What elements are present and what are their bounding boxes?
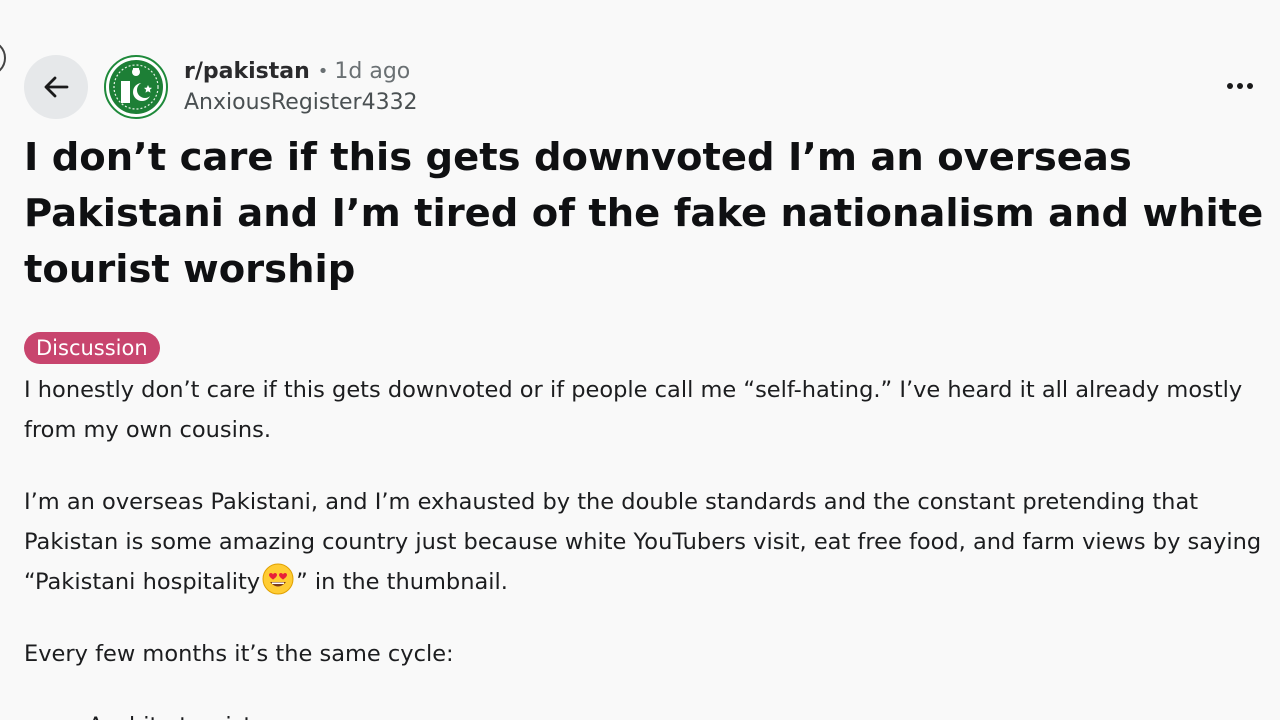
body-paragraph: I honestly don’t care if this gets downv… (24, 377, 1243, 443)
arrow-left-icon (44, 76, 69, 98)
heart-eyes-emoji-icon (262, 563, 294, 595)
body-text: ” in the thumbnail. (296, 569, 508, 595)
body-list: A white tourist comes (24, 706, 1264, 720)
subreddit-name[interactable]: r/pakistan (184, 56, 310, 88)
body-text: I’m an overseas Pakistani, and I’m exhau… (24, 489, 1262, 595)
back-button[interactable] (24, 55, 88, 119)
post-body: I honestly don’t care if this gets downv… (24, 370, 1264, 720)
body-paragraph: Every few months it’s the same cycle: (24, 641, 454, 667)
meta-separator: • (317, 61, 329, 82)
author-username[interactable]: AnxiousRegister4332 (184, 88, 418, 118)
post-flair[interactable]: Discussion (24, 332, 160, 364)
subreddit-avatar[interactable] (104, 55, 168, 119)
sidebar-edge-icon[interactable] (0, 40, 6, 76)
list-item: A white tourist comes (88, 706, 1264, 720)
body-paragraph: I’m an overseas Pakistani, and I’m exhau… (24, 482, 1264, 602)
post-page: r/pakistan • 1d ago AnxiousRegister4332 … (0, 0, 1280, 720)
more-options-button[interactable] (1220, 70, 1260, 102)
post-title: I don’t care if this gets downvoted I’m … (24, 135, 1264, 292)
post-time: 1d ago (334, 59, 411, 84)
post-meta: r/pakistan • 1d ago AnxiousRegister4332 (184, 56, 418, 118)
ellipsis-horizontal-icon (1227, 83, 1253, 89)
